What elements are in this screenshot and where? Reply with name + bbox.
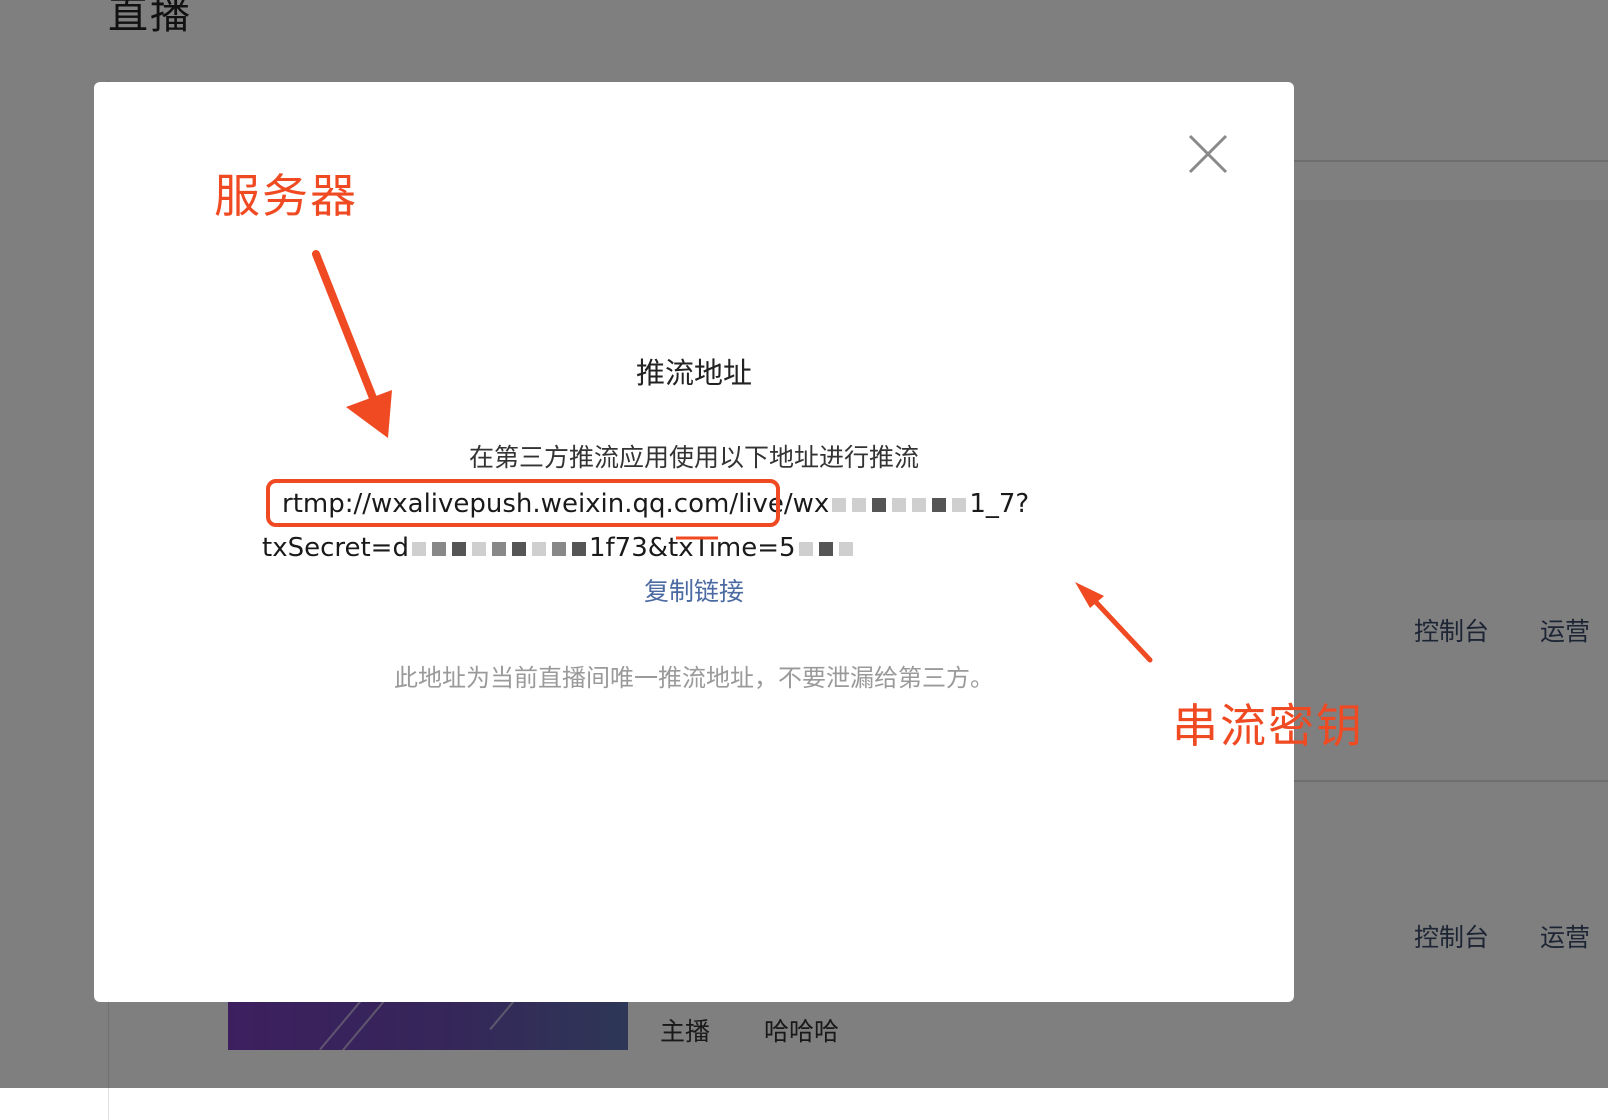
redacted-block: [531, 541, 546, 556]
redacted-block: [932, 497, 947, 512]
redacted-block: [838, 541, 853, 556]
copy-link-button[interactable]: 复制链接: [94, 572, 1294, 608]
server-annotation-label: 服务器: [214, 169, 358, 223]
redacted-block: [798, 541, 813, 556]
redacted-block: [892, 497, 907, 512]
server-url: rtmp://wxalivepush.weixin.qq.com/live/: [282, 489, 793, 519]
stream-key-annotation-label: 串流密钥: [1172, 699, 1364, 753]
redacted-block: [471, 541, 486, 556]
url-line-1: rtmp://wxalivepush.weixin.qq.com/live/wx…: [282, 482, 1029, 526]
redacted-block: [832, 497, 847, 512]
redacted-block: [551, 541, 566, 556]
redacted-block: [491, 541, 506, 556]
redacted-block: [952, 497, 967, 512]
modal-title: 推流地址: [635, 356, 752, 390]
close-icon: [1188, 134, 1228, 174]
redacted-block: [912, 497, 927, 512]
url-line-1-end: 1_7?: [969, 489, 1030, 519]
redacted-block: [818, 541, 833, 556]
stream-secret-prefix: txSecret=d: [262, 533, 409, 563]
stream-secret-middle: 1f73&txTime=5: [588, 533, 796, 563]
redacted-block: [872, 497, 887, 512]
redacted-block: [852, 497, 867, 512]
warning-text: 此地址为当前直播间唯一推流地址，不要泄漏给第三方。: [394, 664, 994, 692]
url-line-2: txSecret=d 1f73&txTime=5: [262, 526, 856, 570]
close-button[interactable]: [1188, 134, 1228, 174]
redacted-block: [411, 541, 426, 556]
redacted-block: [451, 541, 466, 556]
url-key-start: wx: [792, 489, 830, 519]
redacted-block: [511, 541, 526, 556]
instruction-text: 在第三方推流应用使用以下地址进行推流: [468, 443, 919, 472]
redacted-block: [571, 541, 586, 556]
redacted-block: [431, 541, 446, 556]
